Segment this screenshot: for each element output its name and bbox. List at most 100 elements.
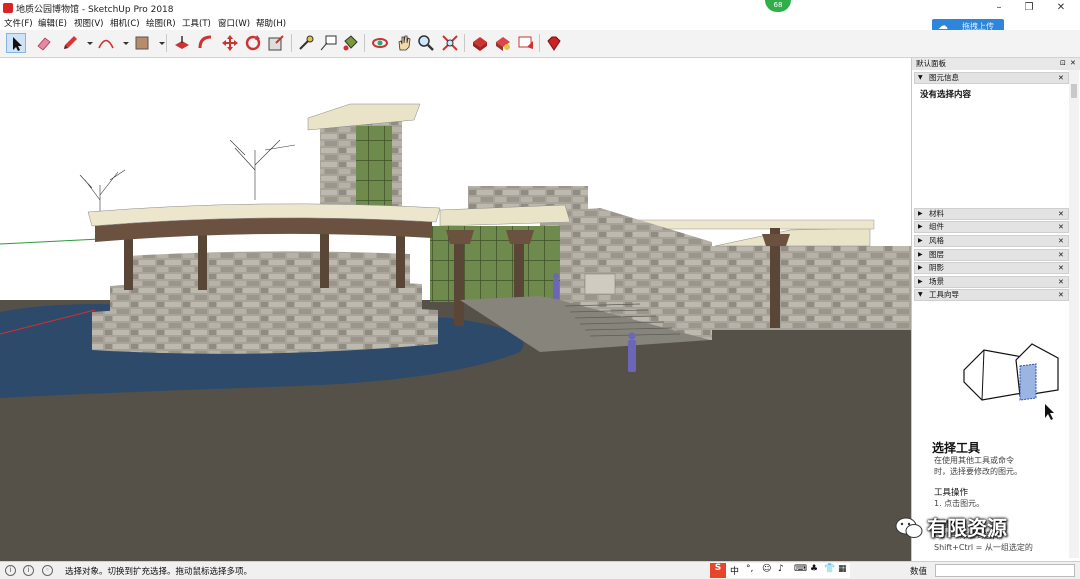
panel-entity-info[interactable]: ▼ 图元信息 ✕ [914,72,1069,84]
orbit-icon[interactable] [370,33,390,53]
measurements-input[interactable] [935,564,1075,577]
toolbar-separator [464,34,465,52]
panel-label: 工具向导 [929,290,959,299]
panel-label: 材料 [929,209,944,218]
sketchup-app-icon [3,3,13,13]
select-icon[interactable] [6,33,26,53]
geo-location-icon[interactable]: i [5,565,16,576]
title-bar: 地质公园博物馆 - SketchUp Pro 2018 68 – ❐ ✕ [0,0,1080,16]
expand-icon: ▶ [918,251,923,258]
model-viewport[interactable] [0,58,911,561]
push-pull-icon[interactable] [172,33,192,53]
shirt-icon[interactable]: 👕 [824,564,835,574]
panel-label: 阴影 [929,263,944,272]
scale-icon[interactable] [266,33,286,53]
tray-scroll-thumb[interactable] [1071,84,1077,98]
sogou-icon[interactable]: S [710,563,726,578]
pencil-icon[interactable] [60,33,80,53]
arc-dropdown-icon[interactable] [116,33,129,53]
expand-icon: ▶ [918,278,923,285]
credits-icon[interactable]: i [23,565,34,576]
fps-badge: 68 [765,0,791,12]
panel-close-icon[interactable]: ✕ [1058,209,1064,219]
shape-icon[interactable] [132,33,152,53]
pin-icon[interactable]: ⊡ [1060,59,1066,67]
close-button[interactable]: ✕ [1046,0,1076,16]
panel-shadows[interactable]: ▶ 阴影 ✕ [914,262,1069,274]
menu-window[interactable]: 窗口(W) [218,17,250,29]
pan-icon[interactable] [394,33,414,53]
expand-icon: ▶ [918,264,923,271]
toolbar-separator [166,34,167,52]
wechat-icon [895,517,923,538]
user-icon[interactable]: ◦ [42,565,53,576]
follow-me-icon[interactable] [196,33,216,53]
paint-bucket-icon[interactable] [340,33,360,53]
instructor-title: 选择工具 [932,441,981,455]
menu-tools[interactable]: 工具(T) [182,17,211,29]
toolbar-separator [291,34,292,52]
zoom-icon[interactable] [416,33,436,53]
expand-icon: ▶ [918,237,923,244]
shape-dropdown-icon[interactable] [152,33,165,53]
layout-icon[interactable] [516,33,536,53]
instructor-op: 1. 点击图元。 [934,499,985,508]
move-icon[interactable] [220,33,240,53]
extension-icon[interactable] [493,33,513,53]
panel-label: 组件 [929,222,944,231]
panel-close-icon[interactable]: ✕ [1058,277,1064,287]
ime-punct[interactable]: °, [746,564,753,574]
panel-close-icon[interactable]: ✕ [1058,222,1064,232]
pencil-dropdown-icon[interactable] [80,33,93,53]
tape-measure-icon[interactable] [296,33,316,53]
ime-toolbar: S 中 °, ☺ ♪ ⌨ ♣ 👕 ▦ [710,563,850,578]
emoji-icon[interactable]: ☺ [762,564,771,574]
status-bar: i i ◦ 选择对象。切换到扩充选择。拖动鼠标选择多项。 S 中 °, ☺ ♪ … [0,561,1080,579]
ruby-icon[interactable] [544,33,564,53]
window-title: 地质公园博物馆 - SketchUp Pro 2018 [16,5,174,15]
maximize-button[interactable]: ❐ [1014,0,1044,16]
panel-close-icon[interactable]: ✕ [1058,73,1064,83]
panel-scenes[interactable]: ▶ 场景 ✕ [914,276,1069,288]
panel-label: 风格 [929,236,944,245]
ime-chinese[interactable]: 中 [730,564,739,577]
mic-icon[interactable]: ♪ [778,564,784,574]
menu-camera[interactable]: 相机(C) [110,17,140,29]
warehouse-icon[interactable] [470,33,490,53]
expand-icon: ▶ [918,210,923,217]
tray-close-icon[interactable]: ✕ [1070,59,1076,67]
panel-materials[interactable]: ▶ 材料 ✕ [914,208,1069,220]
keyboard-icon[interactable]: ⌨ [794,564,807,574]
scene-render [0,58,911,561]
panel-layers[interactable]: ▶ 图层 ✕ [914,249,1069,261]
panel-styles[interactable]: ▶ 风格 ✕ [914,235,1069,247]
panel-close-icon[interactable]: ✕ [1058,290,1064,300]
expand-icon: ▶ [918,223,923,230]
menu-edit[interactable]: 编辑(E) [38,17,67,29]
menu-draw[interactable]: 绘图(R) [146,17,176,29]
panel-close-icon[interactable]: ✕ [1058,250,1064,260]
minimize-button[interactable]: – [984,0,1014,16]
zoom-extents-icon[interactable] [440,33,460,53]
panel-label: 图层 [929,250,944,259]
eraser-icon[interactable] [34,33,54,53]
skin-icon[interactable]: ♣ [810,564,818,574]
panel-close-icon[interactable]: ✕ [1058,236,1064,246]
rotate-icon[interactable] [243,33,263,53]
panel-label: 场景 [929,277,944,286]
instructor-ops-heading: 工具操作 [934,488,969,498]
main-toolbar [0,30,1080,58]
menu-help[interactable]: 帮助(H) [256,17,286,29]
panel-close-icon[interactable]: ✕ [1058,263,1064,273]
toolbar-separator [364,34,365,52]
grid-icon[interactable]: ▦ [838,564,847,574]
panel-components[interactable]: ▶ 组件 ✕ [914,221,1069,233]
tray-scrollbar[interactable] [1069,70,1079,558]
menu-file[interactable]: 文件(F) [4,17,33,29]
entity-info-content: 没有选择内容 [920,90,972,100]
text-icon[interactable] [318,33,338,53]
panel-instructor[interactable]: ▼ 工具向导 ✕ [914,289,1069,301]
menu-view[interactable]: 视图(V) [74,17,103,29]
measurements-label: 数值 [910,567,928,577]
arc-icon[interactable] [96,33,116,53]
